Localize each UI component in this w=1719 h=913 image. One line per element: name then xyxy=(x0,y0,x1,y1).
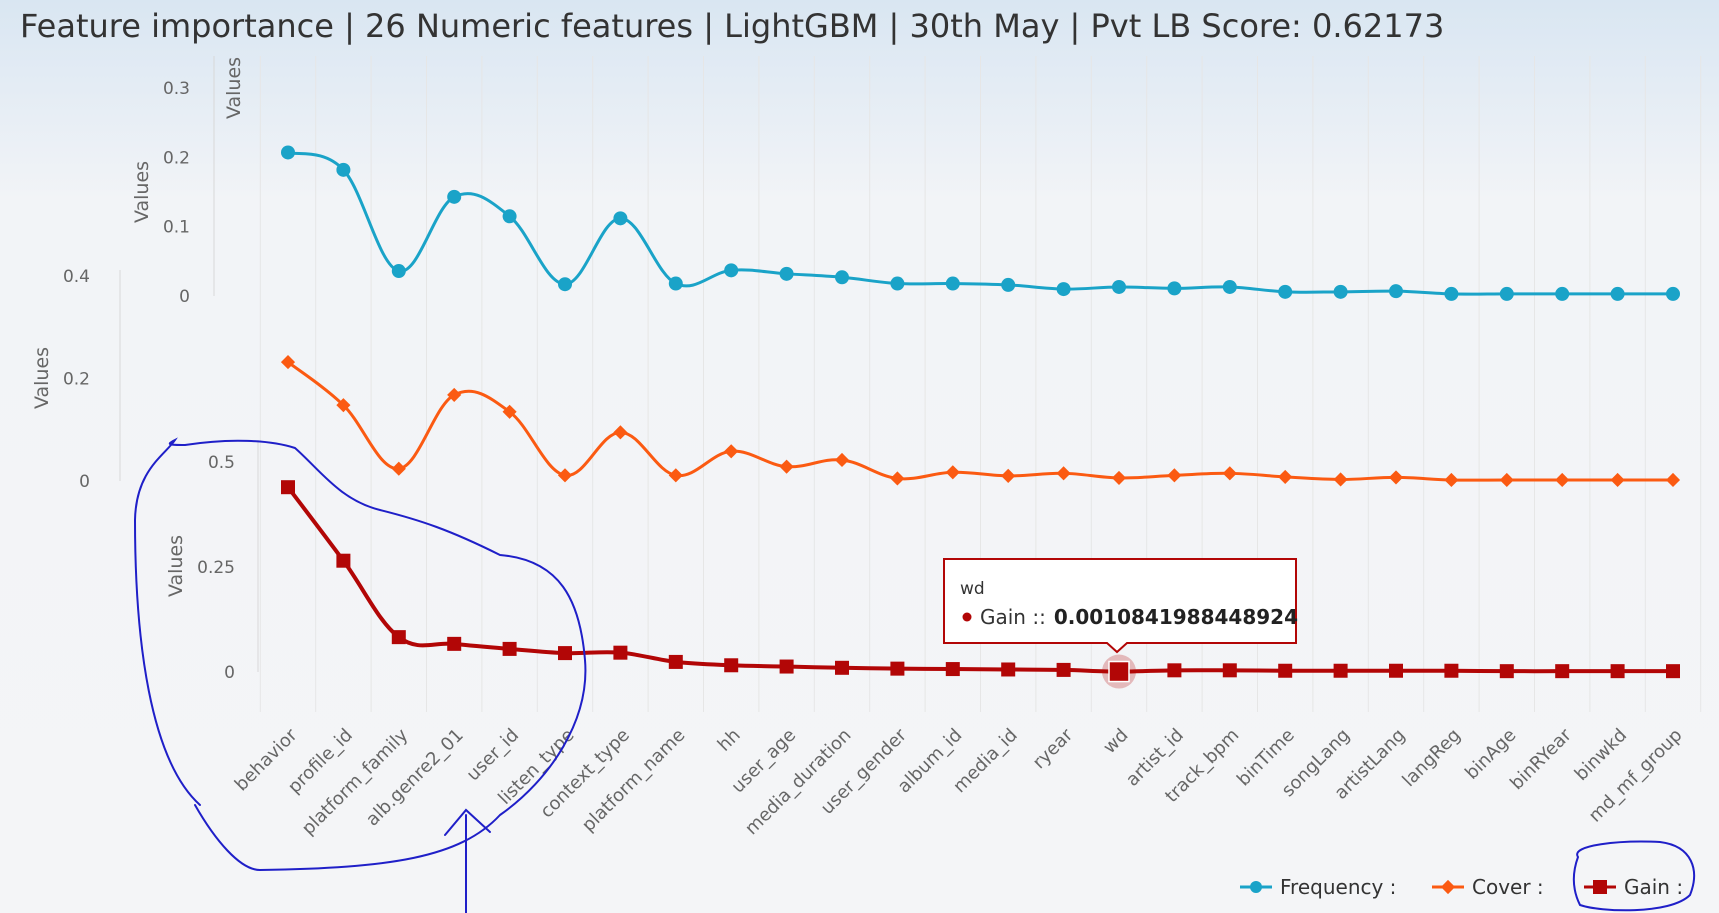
data-point-frequency-ryear xyxy=(1056,282,1071,297)
y-tick-frequency: 0 xyxy=(179,287,190,307)
data-point-gain-binwkd xyxy=(1610,664,1625,679)
data-point-frequency-artist_id xyxy=(1167,281,1182,296)
y-tick-gain: 0 xyxy=(224,663,235,683)
chart-container: Feature importance | 26 Numeric features… xyxy=(0,0,1719,913)
data-point-gain-media_duration xyxy=(835,660,849,675)
data-point-frequency-listen_type xyxy=(558,277,572,292)
data-point-frequency-media_id xyxy=(1001,277,1016,292)
data-point-gain-wd xyxy=(1108,660,1130,683)
data-point-gain-hh xyxy=(724,658,739,673)
data-point-frequency-behavior xyxy=(281,145,295,160)
y-tick-gain: 0.5 xyxy=(208,453,235,473)
legend-frequency-label: Frequency : xyxy=(1280,875,1396,899)
data-point-gain-user_id xyxy=(502,641,517,656)
legend-gain-label: Gain : xyxy=(1624,875,1683,899)
data-point-frequency-artistLang xyxy=(1389,284,1403,299)
y-tick-frequency: 0.3 xyxy=(163,79,190,99)
tooltip-value: 0.0010841988448924 xyxy=(1054,605,1298,629)
data-point-frequency-md_mf_group xyxy=(1666,286,1680,301)
data-point-gain-album_id xyxy=(945,662,960,677)
data-point-frequency-binRYear xyxy=(1555,286,1570,301)
data-point-frequency-langReg xyxy=(1444,286,1459,301)
data-point-frequency-songLang xyxy=(1333,284,1348,299)
data-point-frequency-binwkd xyxy=(1610,286,1625,301)
data-point-gain-langReg xyxy=(1444,663,1459,678)
data-point-frequency-profile_id xyxy=(336,162,351,177)
data-point-frequency-user_id xyxy=(502,209,517,224)
legend-gain-marker xyxy=(1593,880,1607,894)
data-point-gain-media_id xyxy=(1001,662,1016,677)
y-tick-cover: 0.2 xyxy=(63,370,90,390)
legend-frequency-marker xyxy=(1250,881,1262,893)
y-axis-label-frequency: Values xyxy=(131,161,153,223)
data-point-gain-user_age xyxy=(779,659,794,674)
y-tick-frequency: 0.1 xyxy=(163,218,190,238)
data-point-frequency-binTime xyxy=(1278,284,1293,299)
data-point-gain-binTime xyxy=(1278,663,1293,678)
data-point-frequency-context_type xyxy=(613,211,628,226)
data-point-gain-md_mf_group xyxy=(1666,664,1680,679)
data-point-frequency-user_age xyxy=(779,266,794,281)
data-point-frequency-user_gender xyxy=(890,276,905,291)
tooltip: wd Gain :: 0.0010841988448924 xyxy=(943,558,1298,654)
data-point-frequency-track_bpm xyxy=(1222,279,1237,294)
data-point-frequency-binAge xyxy=(1499,286,1514,301)
data-point-gain-listen_type xyxy=(558,646,572,661)
y-axis-label-cover: Values xyxy=(31,347,53,409)
data-point-frequency-platform_family xyxy=(391,264,406,279)
data-point-gain-profile_id xyxy=(336,553,351,568)
tooltip-line: Gain :: 0.0010841988448924 xyxy=(980,605,1298,629)
data-point-frequency-hh xyxy=(724,263,739,278)
legend-cover-label: Cover : xyxy=(1472,875,1544,899)
data-point-gain-context_type xyxy=(613,645,628,660)
data-point-gain-binRYear xyxy=(1555,664,1570,679)
feature-importance-chart: Feature importance | 26 Numeric features… xyxy=(0,0,1719,913)
y-tick-cover: 0 xyxy=(79,472,90,492)
data-point-gain-behavior xyxy=(281,480,295,495)
data-point-gain-alb.genre2_01 xyxy=(447,636,462,651)
data-point-frequency-album_id xyxy=(945,276,960,291)
data-point-frequency-wd xyxy=(1112,279,1126,294)
y-axis-label-frequency-secondary: Values xyxy=(223,57,245,119)
data-point-gain-platform_name xyxy=(668,654,683,669)
y-axis-label-gain: Values xyxy=(165,535,187,597)
data-point-gain-binAge xyxy=(1499,664,1514,679)
data-point-frequency-media_duration xyxy=(835,270,849,285)
tooltip-category: wd xyxy=(960,579,985,599)
data-point-frequency-alb.genre2_01 xyxy=(447,189,462,204)
y-tick-frequency: 0.2 xyxy=(163,148,190,168)
tooltip-series-dot xyxy=(962,612,972,622)
data-point-gain-track_bpm xyxy=(1222,663,1237,678)
data-point-gain-artistLang xyxy=(1389,663,1403,678)
chart-title: Feature importance | 26 Numeric features… xyxy=(20,7,1444,45)
data-point-gain-user_gender xyxy=(890,661,905,676)
data-point-frequency-platform_name xyxy=(668,276,683,291)
data-point-gain-songLang xyxy=(1333,663,1348,678)
y-tick-gain: 0.25 xyxy=(197,558,235,578)
tooltip-series-label: Gain :: xyxy=(980,605,1046,629)
data-point-gain-artist_id xyxy=(1167,663,1182,678)
data-point-gain-platform_family xyxy=(391,630,406,645)
y-tick-cover: 0.4 xyxy=(63,267,90,287)
data-point-gain-ryear xyxy=(1056,662,1071,677)
